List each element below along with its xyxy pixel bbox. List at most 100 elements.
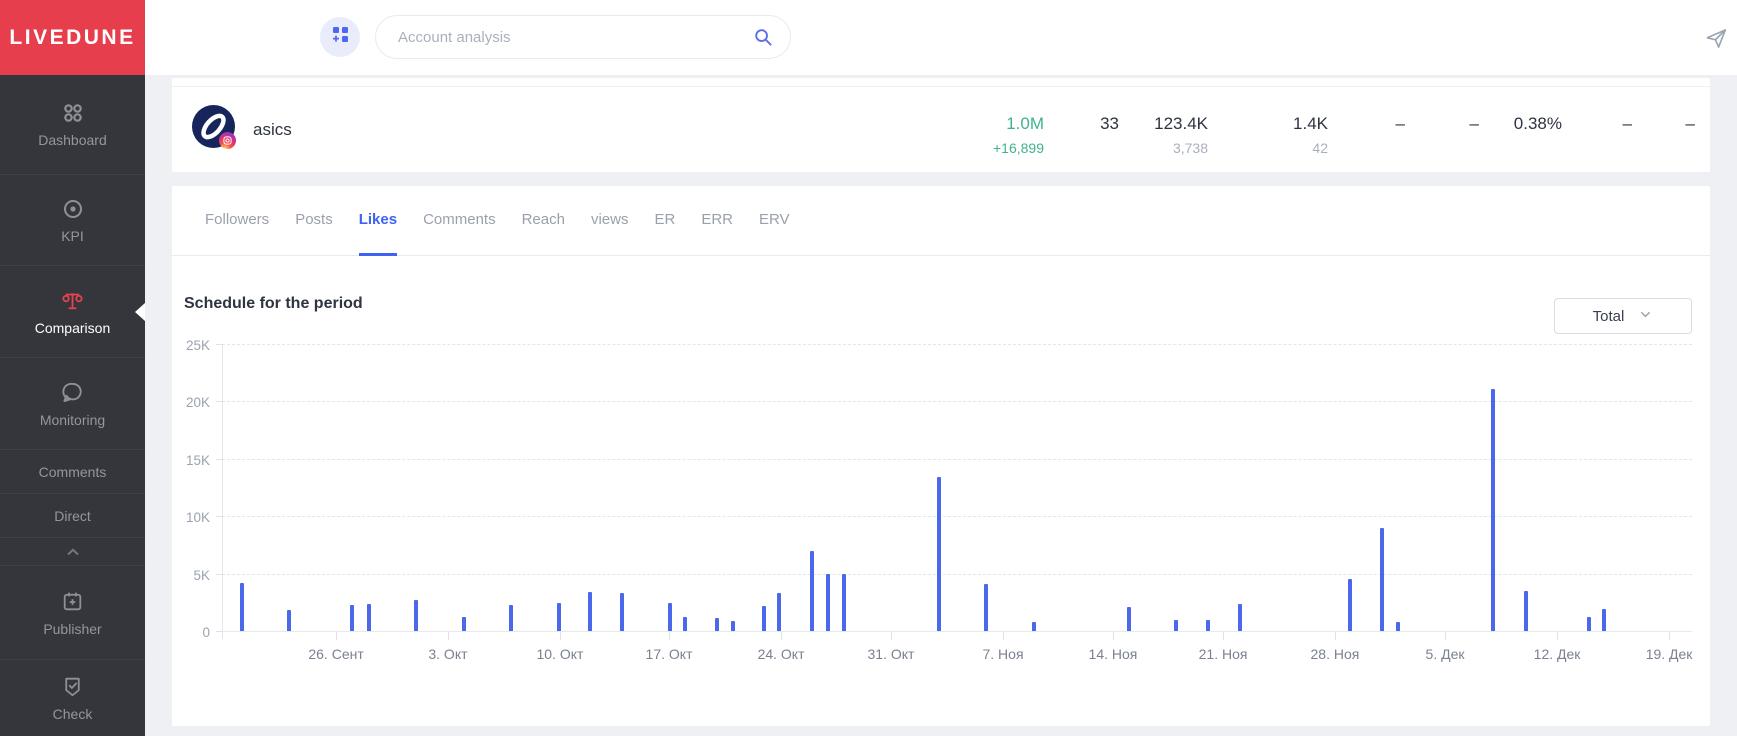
chart-bar[interactable]	[1206, 620, 1210, 631]
chart-bar[interactable]	[350, 605, 354, 631]
chart-bar[interactable]	[826, 574, 830, 631]
publisher-calendar-icon	[60, 589, 85, 614]
check-shield-icon	[60, 674, 85, 699]
account-name[interactable]: asics	[253, 120, 292, 140]
chart-y-tick-label: 20K	[156, 395, 210, 410]
tab-views[interactable]: views	[591, 186, 629, 256]
chart-bar[interactable]	[683, 617, 687, 631]
sidebar-item-label: Dashboard	[38, 132, 107, 148]
chart-x-tick	[1557, 632, 1558, 640]
chart-bar[interactable]	[984, 584, 988, 631]
chart-x-tick-label: 21. Ноя	[1199, 646, 1248, 662]
metric-tabs: Followers Posts Likes Comments Reach vie…	[172, 186, 1710, 256]
chart-bar[interactable]	[668, 603, 672, 631]
account-search	[375, 15, 791, 59]
chart-bar[interactable]	[842, 574, 846, 631]
chart-bar[interactable]	[367, 604, 371, 631]
chart-bar[interactable]	[1238, 604, 1242, 631]
chart-bar[interactable]	[287, 610, 291, 631]
sidebar-item-monitoring[interactable]: Monitoring	[0, 358, 145, 450]
chart-bar[interactable]	[762, 606, 766, 631]
tab-likes[interactable]: Likes	[359, 186, 397, 256]
chart-bar[interactable]	[240, 583, 244, 631]
add-widget-button[interactable]	[320, 17, 360, 57]
chart-y-tick-label: 5K	[156, 568, 210, 583]
tab-comments[interactable]: Comments	[423, 186, 496, 256]
active-item-arrow	[135, 303, 145, 321]
chart-bar[interactable]	[557, 603, 561, 631]
sidebar-item-direct[interactable]: Direct	[0, 494, 145, 538]
sidebar-collapse-button[interactable]	[0, 538, 145, 566]
instagram-icon	[219, 132, 236, 149]
sidebar-item-dashboard[interactable]: Dashboard	[0, 75, 145, 175]
chart-bar[interactable]	[588, 592, 592, 631]
stat-followers: 1.0M +16,899	[993, 113, 1044, 158]
chart-bar[interactable]	[1127, 607, 1131, 631]
chart-bar[interactable]	[1380, 528, 1384, 631]
send-icon[interactable]	[1703, 25, 1729, 56]
chart-y-tick	[216, 574, 222, 575]
livedune-logo[interactable]: LIVEDUNE	[0, 0, 145, 75]
chart-bar[interactable]	[937, 477, 941, 631]
chevron-up-icon	[64, 545, 82, 559]
chart-x-tick	[560, 632, 561, 640]
sidebar-item-publisher[interactable]: Publisher	[0, 566, 145, 660]
chart-x-tick	[336, 632, 337, 640]
sidebar-item-label: Direct	[54, 508, 91, 524]
chart-bar[interactable]	[715, 618, 719, 631]
chart-gridline	[222, 459, 1692, 460]
chart-y-tick	[216, 459, 222, 460]
tab-erv[interactable]: ERV	[759, 186, 790, 256]
sidebar-item-label: Monitoring	[40, 412, 105, 428]
chart-x-tick-label: 5. Дек	[1426, 646, 1465, 662]
stat-erv: –	[1686, 113, 1695, 135]
search-icon[interactable]	[753, 27, 774, 48]
chart-bar[interactable]	[462, 617, 466, 631]
chart-bar[interactable]	[1524, 591, 1528, 631]
chart-bar[interactable]	[620, 593, 624, 631]
chart-bar[interactable]	[509, 605, 513, 631]
chart-bar[interactable]	[731, 621, 735, 631]
stat-likes: 123.4K 3,738	[1154, 113, 1208, 158]
chart-x-tick	[448, 632, 449, 640]
chart-bar[interactable]	[1032, 622, 1036, 631]
tab-posts[interactable]: Posts	[295, 186, 333, 256]
tab-followers[interactable]: Followers	[205, 186, 269, 256]
account-avatar[interactable]	[192, 105, 235, 148]
chart-x-tick-label: 26. Сент	[308, 646, 363, 662]
sidebar: LIVEDUNE Dashboard KPI Comparison	[0, 0, 145, 736]
chart-y-axis	[222, 345, 223, 639]
row-divider	[172, 86, 1710, 87]
dashboard-grid-icon	[61, 101, 85, 125]
sidebar-item-comparison[interactable]: Comparison	[0, 266, 145, 358]
total-dropdown-value: Total	[1593, 308, 1625, 325]
sidebar-item-label: Check	[53, 706, 93, 722]
chart-card: Followers Posts Likes Comments Reach vie…	[172, 186, 1710, 726]
sidebar-item-kpi[interactable]: KPI	[0, 175, 145, 266]
chart-bar[interactable]	[1396, 622, 1400, 631]
stat-err: –	[1623, 113, 1632, 135]
chart-gridline	[222, 344, 1692, 345]
chart-bar[interactable]	[1491, 389, 1495, 631]
search-input[interactable]	[376, 29, 753, 46]
chart-bar[interactable]	[414, 600, 418, 631]
chart-x-tick-label: 19. Дек	[1646, 646, 1693, 662]
chart-bar[interactable]	[777, 593, 781, 631]
sidebar-item-comments[interactable]: Comments	[0, 450, 145, 494]
chart-y-tick	[216, 516, 222, 517]
monitoring-bubble-icon	[60, 380, 85, 405]
chart-x-tick-label: 7. Ноя	[982, 646, 1023, 662]
chart-bar[interactable]	[810, 551, 814, 631]
chart-bar[interactable]	[1587, 617, 1591, 631]
total-dropdown[interactable]: Total	[1554, 298, 1692, 334]
chart-bar[interactable]	[1348, 579, 1352, 631]
chart-gridline	[222, 631, 1692, 632]
chart-bar[interactable]	[1174, 620, 1178, 631]
chart-bar[interactable]	[1602, 609, 1606, 631]
tab-er[interactable]: ER	[654, 186, 675, 256]
tab-err[interactable]: ERR	[701, 186, 733, 256]
sidebar-item-check[interactable]: Check	[0, 660, 145, 736]
tab-reach[interactable]: Reach	[522, 186, 565, 256]
chart-gridline	[222, 516, 1692, 517]
chart-plot: 25K20K15K10K5K026. Сент3. Окт10. Окт17. …	[222, 345, 1692, 632]
